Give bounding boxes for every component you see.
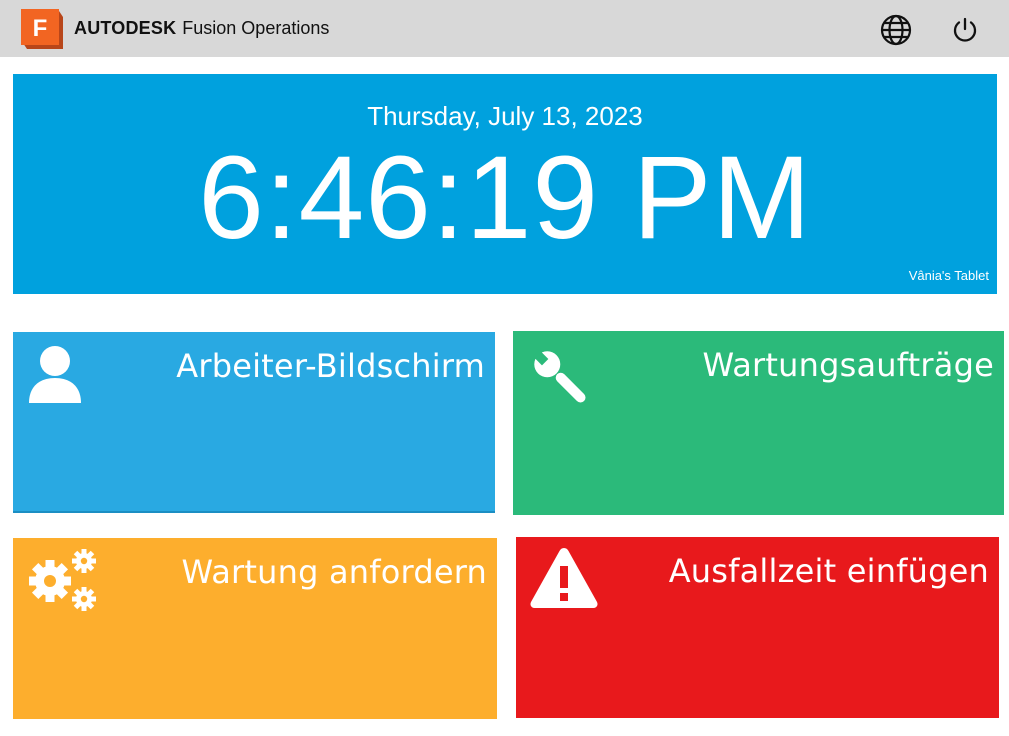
fusion-logo-icon: F: [19, 9, 63, 49]
tile-label: Wartungsaufträge: [702, 346, 994, 384]
tile-maintenance-orders[interactable]: Wartungsaufträge: [513, 331, 1004, 515]
tile-label: Arbeiter-Bildschirm: [176, 347, 485, 385]
top-bar: F AUTODESK Fusion Operations: [0, 0, 1009, 57]
logo-letter: F: [33, 15, 48, 42]
brand-product: Fusion Operations: [182, 18, 330, 38]
current-date: Thursday, July 13, 2023: [367, 101, 643, 131]
brand-autodesk: AUTODESK: [74, 18, 177, 38]
tile-label: Ausfallzeit einfügen: [668, 552, 989, 590]
clock-panel: Thursday, July 13, 2023 6:46:19 PM Vânia…: [13, 74, 997, 294]
current-time: 6:46:19 PM: [198, 132, 812, 264]
tile-label: Wartung anfordern: [181, 553, 487, 591]
wrench-icon: [532, 349, 586, 403]
device-name: Vânia's Tablet: [908, 268, 989, 283]
language-button[interactable]: [879, 13, 913, 47]
gears-icon: [29, 549, 96, 611]
tile-worker-screen[interactable]: Arbeiter-Bildschirm: [13, 332, 495, 513]
worker-icon: [29, 346, 81, 403]
globe-icon: [880, 14, 912, 46]
tile-request-maintenance[interactable]: Wartung anfordern: [13, 538, 497, 719]
brand-title: AUTODESK Fusion Operations: [74, 17, 329, 39]
warning-icon: [530, 548, 598, 608]
tile-insert-downtime[interactable]: Ausfallzeit einfügen: [516, 537, 999, 718]
logout-button[interactable]: [948, 13, 982, 47]
power-icon: [953, 17, 977, 42]
